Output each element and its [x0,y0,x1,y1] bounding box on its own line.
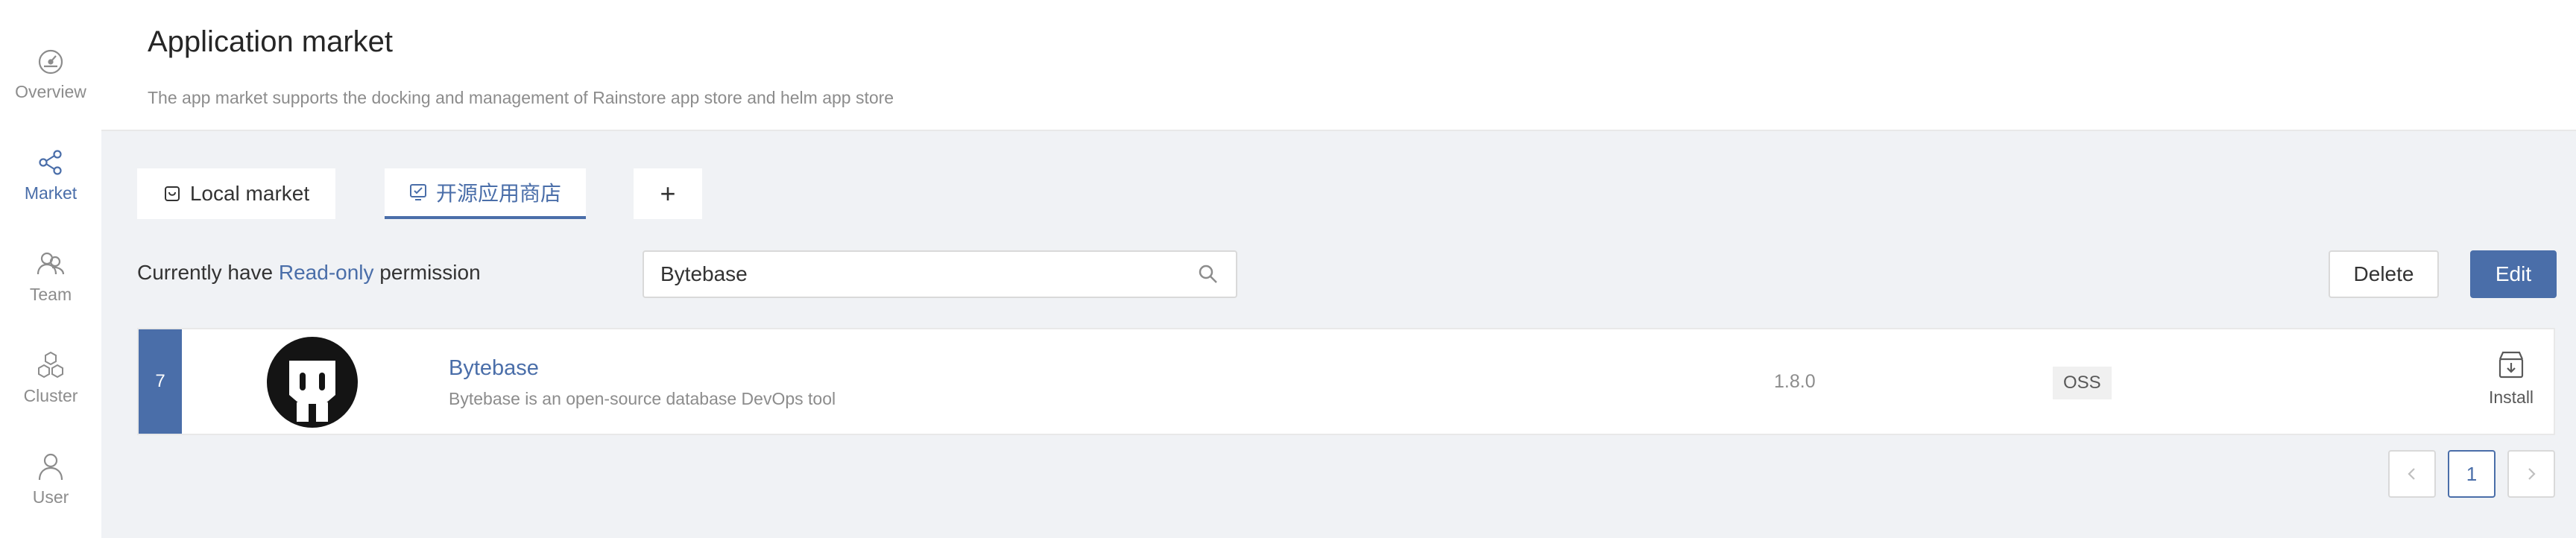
cloud-store-icon [409,184,426,200]
page-header: Application market The app market suppor… [101,0,2576,131]
team-icon [37,252,65,275]
sidebar: Overview Market Team Cluster User [0,0,101,538]
permission-text: Currently have Read-only permission [137,261,481,285]
add-market-button[interactable]: + [634,168,702,219]
search-input[interactable] [644,252,1197,297]
permission-value: Read-only [278,261,374,284]
dashboard-icon [38,49,63,75]
sidebar-item-user[interactable]: User [0,452,101,538]
delete-button[interactable]: Delete [2329,250,2439,298]
app-name-link[interactable]: Bytebase [449,356,539,381]
app-tag: OSS [2053,367,2112,399]
pagination-prev-button[interactable] [2388,450,2436,498]
app-list-item: 7 Bytebase Bytebase is an open-source da… [137,328,2555,435]
install-label: Install [2488,387,2534,407]
permission-suffix: permission [373,261,481,284]
sidebar-item-label: Cluster [23,386,78,405]
chevron-left-icon [2408,468,2415,480]
tab-local-market[interactable]: Local market [137,168,335,219]
sidebar-item-market[interactable]: Market [0,148,101,237]
install-icon [2498,351,2524,379]
app-logo [267,337,358,428]
permission-prefix: Currently have [137,261,279,284]
user-icon [38,453,63,481]
app-version: 1.8.0 [1774,371,1816,392]
app-index: 7 [139,329,182,434]
sidebar-item-label: Team [29,285,72,304]
sidebar-item-cluster[interactable]: Cluster [0,350,101,440]
edit-button[interactable]: Edit [2470,250,2557,298]
app-description: Bytebase is an open-source database DevO… [449,389,836,408]
pagination-next-button[interactable] [2507,450,2555,498]
page-title: Application market [148,25,394,58]
search-icon[interactable] [1197,263,1219,285]
tab-label: 开源应用商店 [435,182,561,205]
plus-icon: + [660,178,676,209]
tab-open-source-store[interactable]: 开源应用商店 [385,168,586,219]
sidebar-item-overview[interactable]: Overview [0,46,101,136]
cluster-icon [38,351,63,379]
sidebar-item-label: Market [24,183,78,203]
sidebar-item-label: User [32,487,69,507]
pagination-page-1[interactable]: 1 [2448,450,2496,498]
page-description: The app market supports the docking and … [148,88,894,107]
sidebar-item-label: Overview [15,82,86,101]
share-icon [39,150,62,175]
install-button[interactable]: Install [2478,349,2545,420]
store-icon [164,186,180,201]
sidebar-item-team[interactable]: Team [0,249,101,338]
tab-label: Local market [189,182,310,205]
search-box [643,250,1237,298]
chevron-right-icon [2528,468,2536,480]
